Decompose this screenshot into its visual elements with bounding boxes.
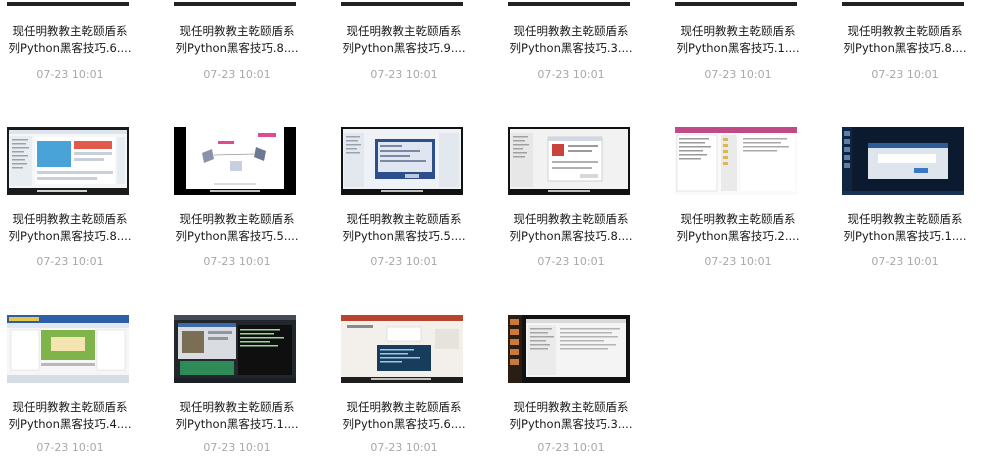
file-date: 07-23 10:01 [370,68,438,81]
file-date: 07-23 10:01 [871,68,939,81]
video-thumbnail[interactable] [7,315,129,383]
file-name[interactable]: 现任明教教主乾颐盾系 列Python黑客技巧.8.... [504,211,638,245]
file-name[interactable]: 现任明教教主乾颐盾系 列Python黑客技巧.6.... [3,23,137,57]
video-thumbnail[interactable] [675,127,797,195]
file-name[interactable]: 现任明教教主乾颐盾系 列Python黑客技巧.6.... [337,399,471,433]
file-date: 07-23 10:01 [203,255,271,268]
file-date: 07-23 10:01 [704,68,772,81]
video-thumbnail[interactable] [174,315,296,383]
video-thumbnail[interactable] [341,127,463,195]
video-thumbnail[interactable] [842,127,964,195]
file-date: 07-23 10:01 [871,255,939,268]
file-date: 07-23 10:01 [370,441,438,454]
video-thumbnail[interactable] [174,127,296,195]
video-thumbnail[interactable] [508,315,630,383]
file-date: 07-23 10:01 [537,255,605,268]
file-name[interactable]: 现任明教教主乾颐盾系 列Python黑客技巧.1.... [671,23,805,57]
file-date: 07-23 10:01 [36,441,104,454]
file-name[interactable]: 现任明教教主乾颐盾系 列Python黑客技巧.3.... [504,399,638,433]
video-thumbnail[interactable] [842,0,964,6]
video-thumbnail[interactable] [508,127,630,195]
file-name[interactable]: 现任明教教主乾颐盾系 列Python黑客技巧.1.... [170,399,304,433]
file-grid: 现任明教教主乾颐盾系 列Python黑客技巧.6.... 07-23 10:01 … [0,0,991,465]
file-name[interactable]: 现任明教教主乾颐盾系 列Python黑客技巧.5.... [337,211,471,245]
video-thumbnail[interactable] [341,315,463,383]
video-thumbnail[interactable] [7,0,129,6]
video-thumbnail[interactable] [7,127,129,195]
video-thumbnail[interactable] [675,0,797,6]
file-name[interactable]: 现任明教教主乾颐盾系 列Python黑客技巧.8.... [838,23,972,57]
file-name[interactable]: 现任明教教主乾颐盾系 列Python黑客技巧.2.... [671,211,805,245]
file-date: 07-23 10:01 [704,255,772,268]
video-thumbnail[interactable] [174,0,296,6]
video-thumbnail[interactable] [508,0,630,6]
file-date: 07-23 10:01 [203,68,271,81]
file-name[interactable]: 现任明教教主乾颐盾系 列Python黑客技巧.3.... [504,23,638,57]
file-name[interactable]: 现任明教教主乾颐盾系 列Python黑客技巧.1.... [838,211,972,245]
file-name[interactable]: 现任明教教主乾颐盾系 列Python黑客技巧.5.... [170,211,304,245]
file-name[interactable]: 现任明教教主乾颐盾系 列Python黑客技巧.4.... [3,399,137,433]
file-name[interactable]: 现任明教教主乾颐盾系 列Python黑客技巧.9.... [337,23,471,57]
file-name[interactable]: 现任明教教主乾颐盾系 列Python黑客技巧.8.... [3,211,137,245]
video-thumbnail[interactable] [341,0,463,6]
file-date: 07-23 10:01 [370,255,438,268]
file-date: 07-23 10:01 [537,441,605,454]
file-name[interactable]: 现任明教教主乾颐盾系 列Python黑客技巧.8.... [170,23,304,57]
file-date: 07-23 10:01 [537,68,605,81]
file-date: 07-23 10:01 [36,255,104,268]
file-date: 07-23 10:01 [36,68,104,81]
file-date: 07-23 10:01 [203,441,271,454]
